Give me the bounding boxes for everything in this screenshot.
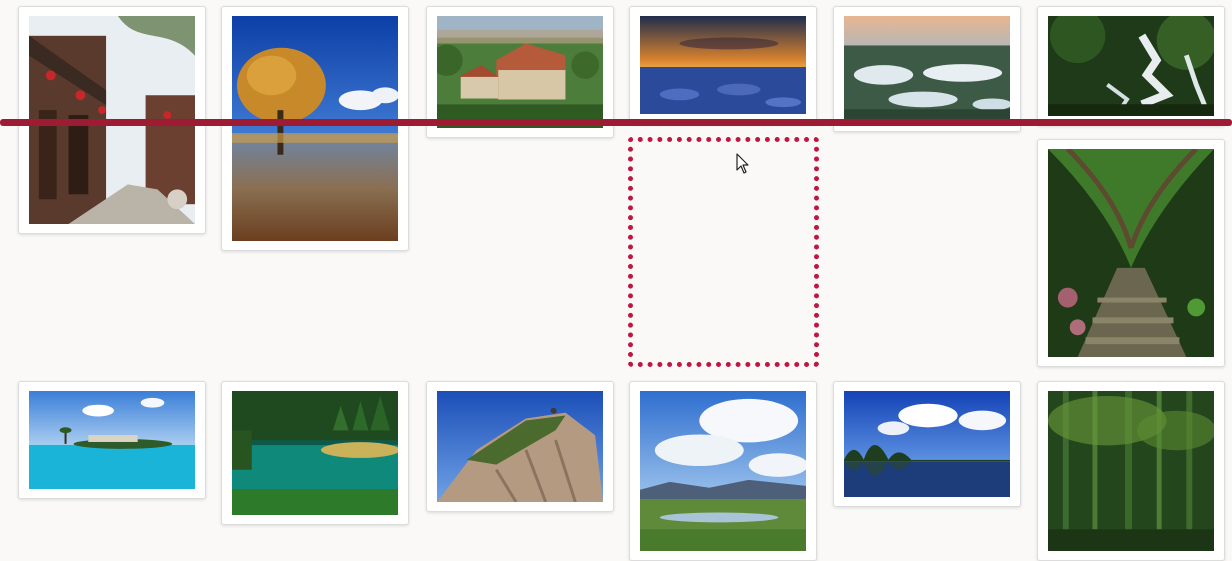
drop-placeholder[interactable] [628,137,819,367]
drag-divider-line [0,119,1232,126]
photo-card-waterfall[interactable] [1037,6,1225,126]
arrow-cursor-icon [736,153,750,175]
granite-cliff-photo [437,391,603,502]
emerald-lake-photo [232,391,398,515]
snowy-wetland-photo [844,16,1010,122]
castle-villa-photo [437,16,603,128]
photo-card-cloudy-grassland[interactable] [629,381,817,561]
karst-mountains-lake-photo [844,391,1010,497]
autumn-tree-lake-photo [232,16,398,241]
photo-card-snowy-wetland[interactable] [833,6,1021,132]
bamboo-forest-photo [1048,391,1214,551]
tropical-island-photo [29,391,195,489]
photo-card-tropical-island[interactable] [18,381,206,499]
photo-card-granite-cliff[interactable] [426,381,614,512]
forest-path-photo [1048,149,1214,357]
photo-card-forest-path[interactable] [1037,139,1225,367]
sunset-snowfield-photo [640,16,806,114]
cloudy-grassland-photo [640,391,806,551]
photo-card-autumn-tree[interactable] [221,6,409,251]
photo-card-sunset[interactable] [629,6,817,124]
photo-card-bamboo[interactable] [1037,381,1225,561]
forest-waterfall-photo [1048,16,1214,116]
photo-card-karst-lake[interactable] [833,381,1021,507]
photo-card-emerald-lake[interactable] [221,381,409,525]
